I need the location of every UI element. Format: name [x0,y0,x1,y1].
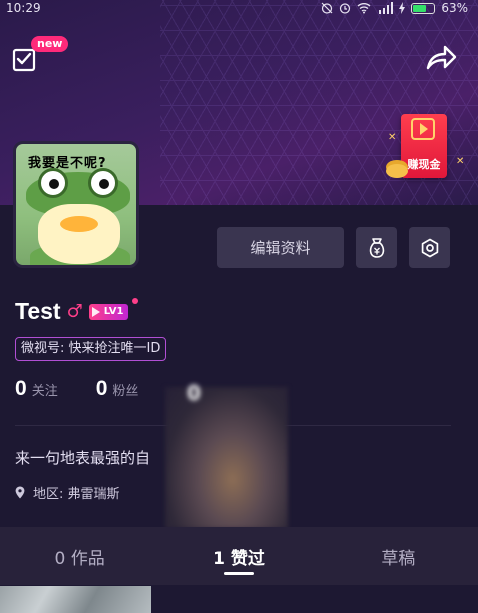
region-text: 地区: 弗雷瑞斯 [33,487,120,502]
settings-button[interactable] [409,227,450,268]
stats-row: 0 关注 0 粉丝 [15,377,176,401]
play-icon [91,306,100,317]
battery-icon [411,2,436,14]
edit-profile-button[interactable]: 编辑资料 [217,227,344,268]
location-pin-icon [15,486,25,499]
notification-dot [132,297,139,304]
stat-following[interactable]: 0 关注 [15,377,58,401]
tab-liked[interactable]: 1 赞过 [159,527,318,585]
level-text: LV1 [103,306,124,317]
user-name: Test [15,298,61,324]
alarm-off-icon [321,2,333,14]
wallet-button[interactable] [356,227,397,268]
avatar-caption: 我要是不呢? [28,156,107,171]
region-row: 地区: 弗雷瑞斯 [15,483,120,502]
bio-text[interactable]: 来一句地表最强的自 [15,447,150,468]
battery-percent: 63% [441,1,468,15]
new-badge: new [31,36,69,52]
charging-icon [399,2,406,14]
stat-followers[interactable]: 0 粉丝 [96,377,139,401]
tab-works[interactable]: 0 作品 [0,527,159,585]
tab-drafts[interactable]: 草稿 [319,527,478,585]
male-icon: ♂ [66,301,83,322]
stat-likes-count: 0 [187,381,201,405]
gear-icon [421,238,438,257]
following-count: 0 [15,377,27,400]
earn-cash-label: 赚现金 [407,158,441,171]
avatar[interactable]: 我要是不呢? [13,141,139,268]
status-time: 10:29 [6,1,41,15]
level-badge[interactable]: LV1 [88,297,139,320]
following-label: 关注 [31,384,58,399]
name-row: Test ♂ LV1 [15,297,139,325]
followers-label: 粉丝 [112,384,139,399]
signal-icon [379,2,394,14]
money-bag-icon [369,237,384,258]
weishi-id-tag[interactable]: 微视号: 快来抢注唯一ID [15,337,167,361]
profile-actions: 编辑资料 [217,227,450,268]
earn-cash-widget[interactable]: ✕ ✕ 赚现金 [384,110,464,186]
content-tabs: 0 作品 1 赞过 草稿 [0,527,478,585]
share-icon[interactable] [424,42,458,72]
blurred-overlay: 0 [165,381,288,529]
wifi-icon [357,3,371,14]
video-thumbnail[interactable] [0,586,151,613]
play-icon [411,118,435,140]
alarm-icon [340,3,351,14]
followers-count: 0 [95,377,108,400]
status-bar: 10:29 63% [0,0,478,16]
